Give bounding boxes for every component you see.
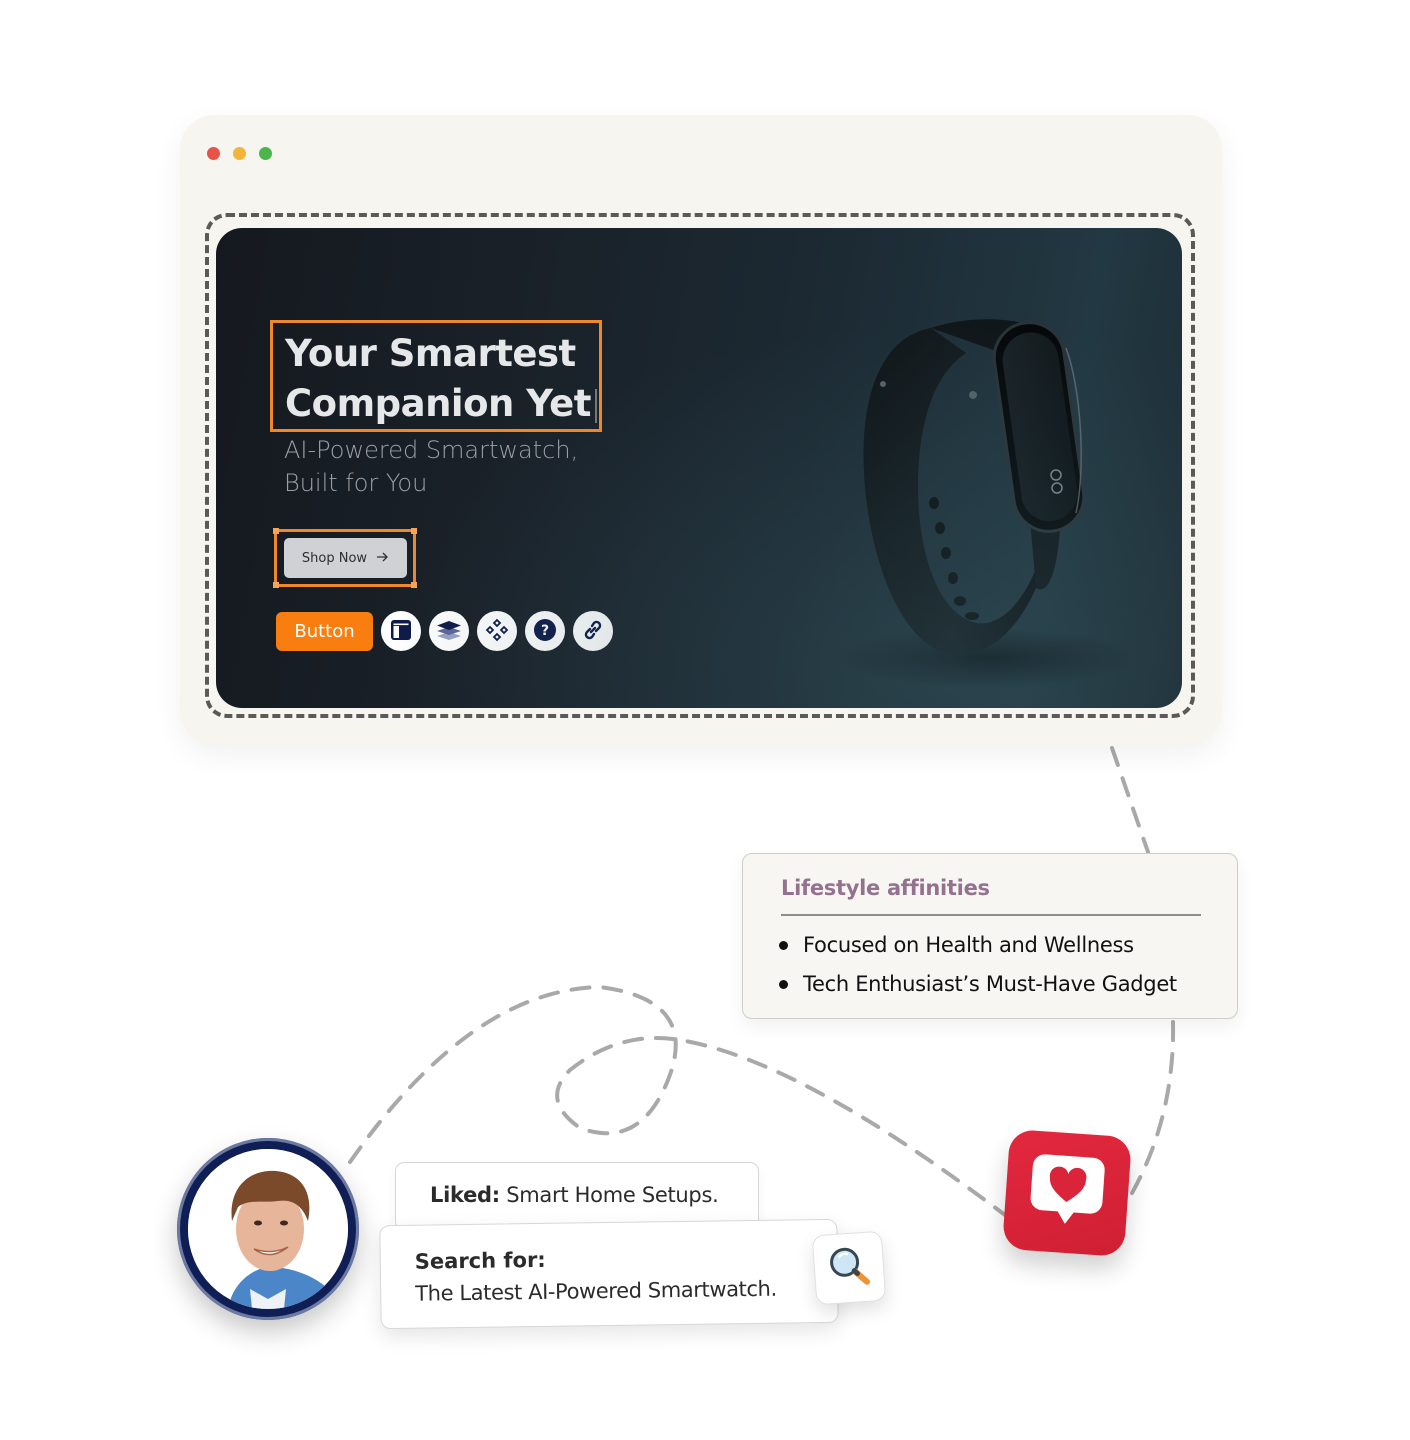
browser-window: Your Smartest Companion Yet AI-Powered S…: [180, 115, 1222, 745]
shop-now-label: Shop Now: [301, 550, 368, 566]
layers-button[interactable]: [429, 611, 469, 651]
svg-text:?: ?: [541, 623, 549, 639]
connector-lifestyle-to-heart: [1126, 1020, 1176, 1202]
resize-handle[interactable]: [273, 582, 279, 588]
user-avatar: [177, 1138, 359, 1320]
minimize-window-button[interactable]: [233, 147, 246, 160]
liked-value: Smart Home Setups.: [506, 1183, 719, 1207]
headline-line-1: Your Smartest: [285, 332, 576, 375]
help-icon: ?: [533, 618, 557, 645]
lifestyle-list: Focused on Health and Wellness Tech Enth…: [779, 926, 1177, 1004]
layout-icon: [390, 619, 412, 644]
resize-handle[interactable]: [411, 528, 417, 534]
resize-handle[interactable]: [411, 582, 417, 588]
search-card: Search for: The Latest AI-Powered Smartw…: [379, 1218, 839, 1330]
shop-now-button[interactable]: Shop Now: [284, 538, 407, 578]
heart-reaction-tile[interactable]: [1001, 1128, 1133, 1258]
help-button[interactable]: ?: [525, 611, 565, 651]
subtitle-line-1: AI-Powered Smartwatch,: [284, 436, 579, 464]
link-icon: [581, 618, 605, 645]
liked-label: Liked:: [430, 1183, 500, 1207]
editor-toolbar: Button ?: [276, 611, 613, 651]
search-value: The Latest AI-Powered Smartwatch.: [415, 1276, 777, 1306]
bullet-icon: [779, 941, 788, 950]
connector-browser-to-lifestyle: [1110, 746, 1150, 854]
bullet-icon: [779, 980, 788, 989]
primary-button[interactable]: Button: [276, 611, 373, 651]
list-item-text: Focused on Health and Wellness: [803, 933, 1134, 957]
smartwatch-image: [836, 319, 1136, 688]
link-button[interactable]: [573, 611, 613, 651]
text-cursor: [594, 388, 597, 423]
layers-icon: [436, 619, 462, 644]
hero-headline: Your Smartest Companion Yet: [285, 329, 599, 429]
arrow-right-icon: [377, 551, 389, 566]
components-button[interactable]: [477, 611, 517, 651]
liked-text: Liked: Smart Home Setups.: [430, 1183, 719, 1207]
magnifier-icon: [824, 1241, 873, 1295]
divider: [781, 914, 1201, 916]
list-item: Tech Enthusiast’s Must-Have Gadget: [779, 965, 1177, 1004]
shop-now-selection: Shop Now: [273, 528, 417, 588]
lifestyle-title: Lifestyle affinities: [781, 876, 990, 900]
lifestyle-affinities-card: Lifestyle affinities Focused on Health a…: [742, 853, 1238, 1019]
search-label: Search for:: [414, 1247, 546, 1274]
window-controls: [207, 147, 272, 160]
close-window-button[interactable]: [207, 147, 220, 160]
resize-handle[interactable]: [273, 528, 279, 534]
heart-chat-icon: [1026, 1149, 1108, 1237]
layout-button[interactable]: [381, 611, 421, 651]
headline-line-2: Companion Yet: [285, 382, 591, 425]
hero-banner: Your Smartest Companion Yet AI-Powered S…: [216, 228, 1182, 708]
headline-selection[interactable]: Your Smartest Companion Yet: [270, 320, 602, 432]
avatar-photo: [188, 1149, 348, 1309]
hero-subtitle: AI-Powered Smartwatch, Built for You: [284, 434, 614, 500]
list-item: Focused on Health and Wellness: [779, 926, 1177, 965]
maximize-window-button[interactable]: [259, 147, 272, 160]
list-item-text: Tech Enthusiast’s Must-Have Gadget: [803, 972, 1177, 996]
search-tile[interactable]: [811, 1230, 887, 1306]
components-icon: [485, 618, 509, 645]
subtitle-line-2: Built for You: [284, 469, 428, 497]
